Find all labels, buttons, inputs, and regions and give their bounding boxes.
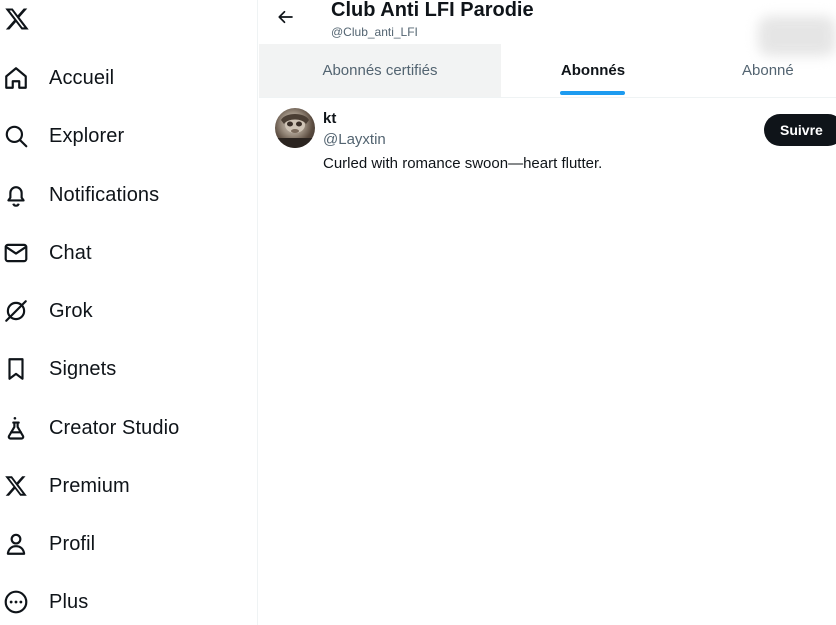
flask-icon: [0, 412, 32, 444]
mail-icon: [0, 237, 32, 269]
sidebar-item-label: Accueil: [49, 66, 115, 89]
tab-bar: Abonnés certifiés Abonnés Abonné: [259, 44, 836, 98]
sidebar-item-explorer[interactable]: Explorer: [0, 116, 250, 156]
grok-icon: [0, 295, 32, 327]
sidebar-item-signets[interactable]: Signets: [0, 349, 250, 389]
more-circle-icon: [0, 586, 32, 618]
search-icon: [0, 120, 32, 152]
avatar[interactable]: [275, 108, 315, 148]
x-logo-icon[interactable]: [2, 4, 32, 34]
sidebar-item-label: Premium: [49, 474, 130, 497]
page-title: Club Anti LFI Parodie: [331, 0, 534, 21]
person-icon: [0, 528, 32, 560]
arrow-left-icon: [278, 10, 293, 24]
sidebar-item-label: Plus: [49, 590, 89, 613]
app-window: Accueil Explorer Notifications Chat Grok…: [0, 0, 836, 625]
tab-abonne[interactable]: Abonné: [685, 44, 836, 97]
list-item[interactable]: kt @Layxtin Curled with romance swoon—he…: [259, 98, 836, 178]
user-name[interactable]: kt: [323, 110, 336, 127]
sidebar-item-label: Notifications: [49, 183, 160, 206]
x-logo-icon: [0, 470, 32, 502]
user-bio: Curled with romance swoon—heart flutter.: [323, 155, 603, 172]
bookmark-icon: [0, 353, 32, 385]
follow-button[interactable]: Suivre: [764, 114, 836, 146]
sidebar-item-label: Creator Studio: [49, 416, 180, 439]
tab-label: Abonnés: [560, 62, 626, 79]
page-header: Club Anti LFI Parodie @Club_anti_LFI: [259, 0, 836, 56]
bell-icon: [0, 179, 32, 211]
tab-abonnes[interactable]: Abonnés: [501, 44, 685, 97]
sidebar-item-label: Chat: [49, 241, 92, 264]
sidebar-item-chat[interactable]: Chat: [0, 233, 250, 273]
sidebar-item-label: Signets: [49, 357, 117, 380]
tab-label: Abonnés certifiés: [322, 62, 438, 79]
sidebar: Accueil Explorer Notifications Chat Grok…: [0, 0, 258, 625]
sidebar-item-notifications[interactable]: Notifications: [0, 175, 250, 215]
tab-abonnes-certifies[interactable]: Abonnés certifiés: [259, 44, 501, 97]
active-tab-indicator: [560, 91, 625, 95]
sidebar-item-label: Profil: [49, 532, 96, 555]
page-handle: @Club_anti_LFI: [331, 25, 418, 39]
sidebar-item-premium[interactable]: Premium: [0, 466, 250, 506]
sidebar-item-label: Explorer: [49, 124, 125, 147]
home-icon: [0, 62, 32, 94]
sidebar-item-grok[interactable]: Grok: [0, 291, 250, 331]
avatar-image: [275, 114, 315, 148]
back-button[interactable]: [273, 4, 299, 30]
sidebar-item-profil[interactable]: Profil: [0, 524, 250, 564]
sidebar-item-label: Grok: [49, 299, 93, 322]
sidebar-item-plus[interactable]: Plus: [0, 582, 250, 622]
main-column: Club Anti LFI Parodie @Club_anti_LFI Abo…: [259, 0, 836, 625]
tab-label: Abonné: [742, 62, 794, 79]
sidebar-item-creator-studio[interactable]: Creator Studio: [0, 408, 250, 448]
sidebar-item-accueil[interactable]: Accueil: [0, 58, 250, 98]
user-handle[interactable]: @Layxtin: [323, 131, 386, 148]
